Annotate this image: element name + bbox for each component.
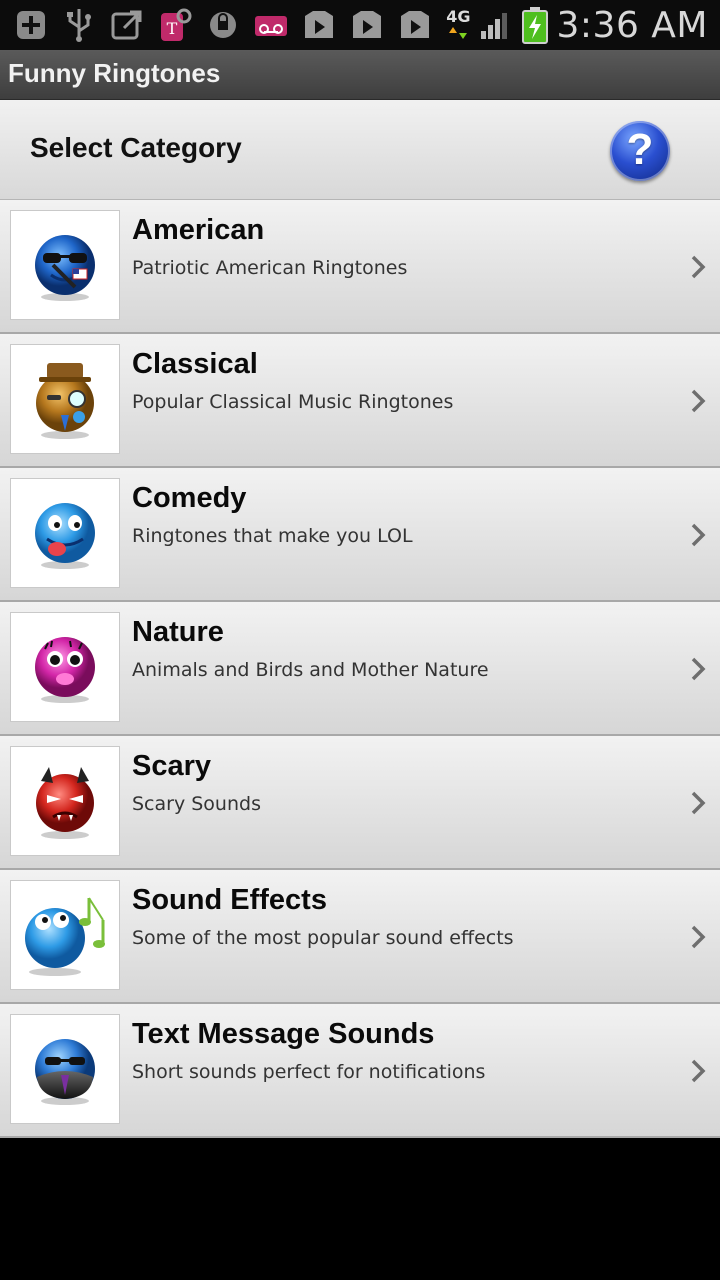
play-store-icon — [300, 6, 338, 44]
list-item-comedy[interactable]: Comedy Ringtones that make you LOL — [0, 468, 720, 602]
category-title: Comedy — [132, 482, 247, 514]
status-bar: T 4G 3:36 AM — [0, 0, 720, 50]
svg-text:T: T — [167, 19, 178, 38]
signal-icon — [480, 13, 507, 39]
chevron-right-icon — [691, 389, 706, 413]
notification-icons: T — [0, 6, 434, 44]
chevron-right-icon — [691, 925, 706, 949]
tmobile-icon: T — [156, 6, 194, 44]
category-description: Animals and Birds and Mother Nature — [132, 659, 489, 681]
list-item-classical[interactable]: Classical Popular Classical Music Ringto… — [0, 334, 720, 468]
network-type: 4G — [446, 7, 471, 26]
category-description: Patriotic American Ringtones — [132, 257, 408, 279]
category-title: Nature — [132, 616, 224, 648]
category-description: Ringtones that make you LOL — [132, 525, 413, 547]
list-item-text-message-sounds[interactable]: Text Message Sounds Short sounds perfect… — [0, 1004, 720, 1138]
chevron-right-icon — [691, 1059, 706, 1083]
nature-emoticon-icon — [10, 612, 120, 722]
comedy-emoticon-icon — [10, 478, 120, 588]
play-store-icon — [396, 6, 434, 44]
chevron-right-icon — [691, 791, 706, 815]
app-title-bar: Funny Ringtones — [0, 50, 720, 100]
category-description: Some of the most popular sound effects — [132, 927, 514, 949]
external-link-icon — [108, 6, 146, 44]
scary-emoticon-icon — [10, 746, 120, 856]
network-indicator: 4G — [446, 7, 471, 41]
list-item-sound-effects[interactable]: Sound Effects Some of the most popular s… — [0, 870, 720, 1004]
category-description: Short sounds perfect for notifications — [132, 1061, 486, 1083]
category-description: Scary Sounds — [132, 793, 261, 815]
usb-icon — [60, 6, 98, 44]
category-title: Text Message Sounds — [132, 1018, 435, 1050]
data-activity-icon — [449, 27, 468, 39]
chevron-right-icon — [691, 657, 706, 681]
text-message-emoticon-icon — [10, 1014, 120, 1124]
system-icons: 4G 3:36 AM — [446, 0, 708, 50]
voicemail-icon — [252, 6, 290, 44]
app-title: Funny Ringtones — [8, 58, 221, 88]
category-title: Scary — [132, 750, 212, 782]
add-icon — [12, 6, 50, 44]
chevron-right-icon — [691, 523, 706, 547]
chevron-right-icon — [691, 255, 706, 279]
battery-charging-icon — [521, 7, 548, 44]
category-list: American Patriotic American Ringtones Cl… — [0, 200, 720, 1138]
category-title: Classical — [132, 348, 258, 380]
classical-emoticon-icon — [10, 344, 120, 454]
american-emoticon-icon — [10, 210, 120, 320]
help-button[interactable]: ? — [610, 121, 670, 181]
play-store-icon — [348, 6, 386, 44]
category-description: Popular Classical Music Ringtones — [132, 391, 454, 413]
category-title: Sound Effects — [132, 884, 327, 916]
list-item-nature[interactable]: Nature Animals and Birds and Mother Natu… — [0, 602, 720, 736]
security-icon — [204, 6, 242, 44]
category-title: American — [132, 214, 265, 246]
page-title: Select Category — [30, 132, 242, 163]
list-item-scary[interactable]: Scary Scary Sounds — [0, 736, 720, 870]
help-icon: ? — [626, 125, 654, 174]
clock: 3:36 AM — [556, 4, 708, 46]
list-item-american[interactable]: American Patriotic American Ringtones — [0, 200, 720, 334]
sound-effects-emoticon-icon — [10, 880, 120, 990]
